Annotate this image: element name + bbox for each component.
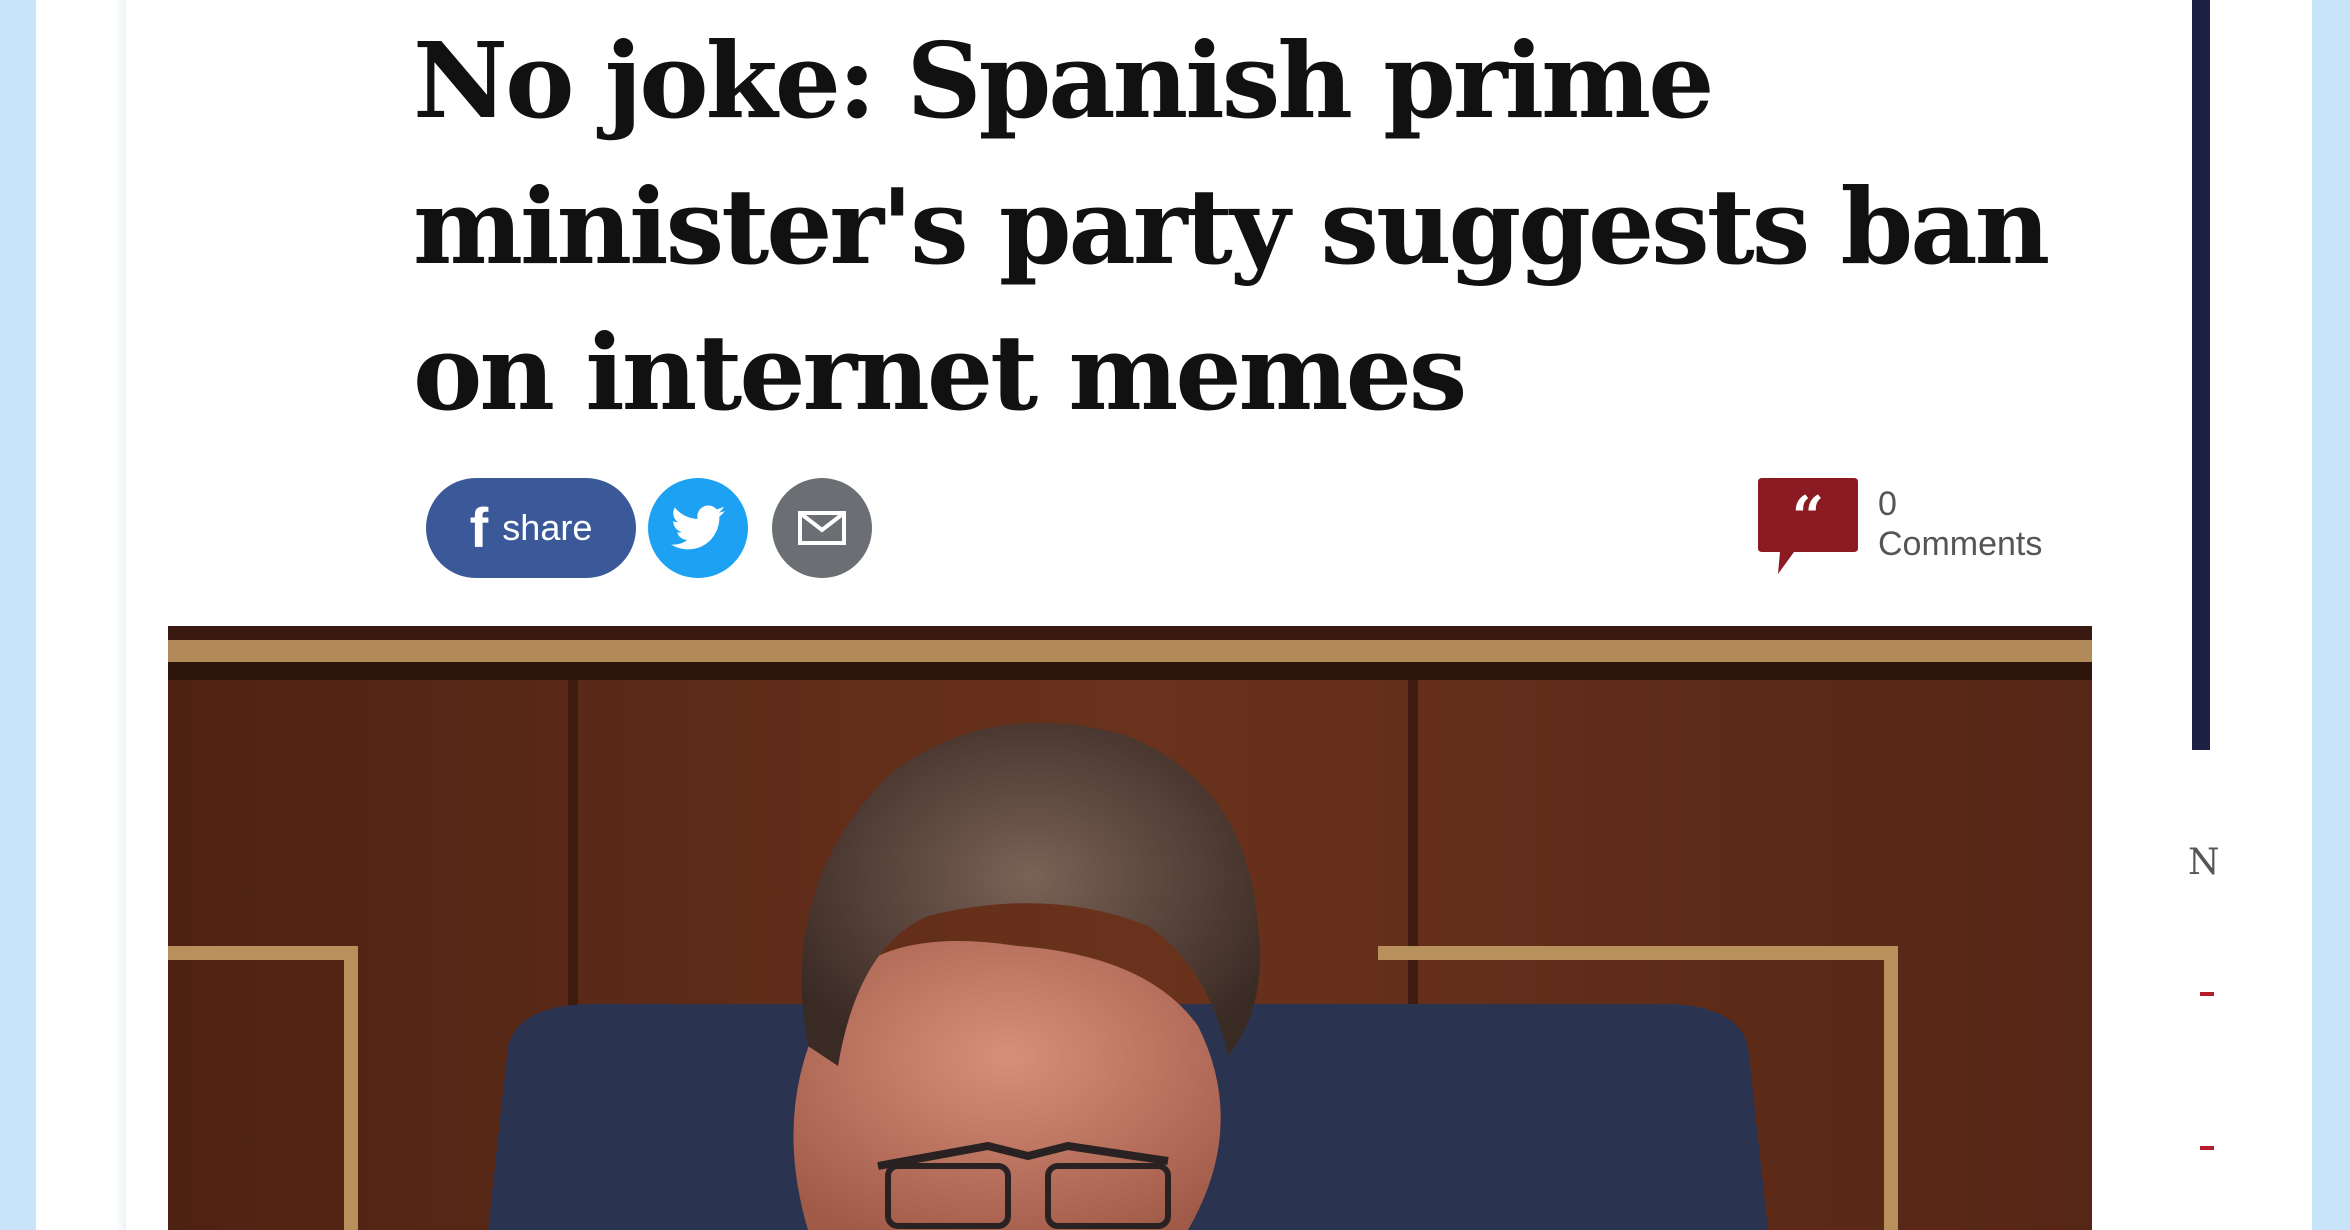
article-headline: No joke: Spanish prime minister's party …	[413, 19, 2050, 434]
page-margin	[36, 0, 126, 1230]
right-rail-marker	[2200, 1146, 2214, 1150]
twitter-bird-icon	[671, 505, 725, 550]
facebook-icon: f	[469, 496, 489, 559]
twitter-share-button[interactable]	[648, 478, 748, 578]
right-rail-marker	[2200, 992, 2214, 996]
article-photo	[168, 626, 2092, 1230]
email-share-button[interactable]	[772, 478, 872, 578]
comments-count: 0	[1878, 485, 1897, 523]
article-photo-image	[168, 626, 2092, 1230]
envelope-icon	[798, 511, 846, 545]
facebook-share-button[interactable]: f share	[426, 478, 636, 578]
right-rail-heading-fragment: N	[2188, 842, 2220, 883]
speech-bubble-quote-icon: “	[1758, 478, 1858, 574]
comments-link[interactable]: “ 0 Comments	[1758, 478, 2042, 578]
right-rail	[2210, 0, 2310, 1230]
comments-count-block: 0 Comments	[1878, 478, 2042, 564]
comments-label: Comments	[1878, 525, 2043, 563]
svg-text:“: “	[1792, 484, 1824, 550]
right-rail-divider	[2192, 0, 2210, 750]
facebook-share-label: share	[502, 507, 593, 548]
